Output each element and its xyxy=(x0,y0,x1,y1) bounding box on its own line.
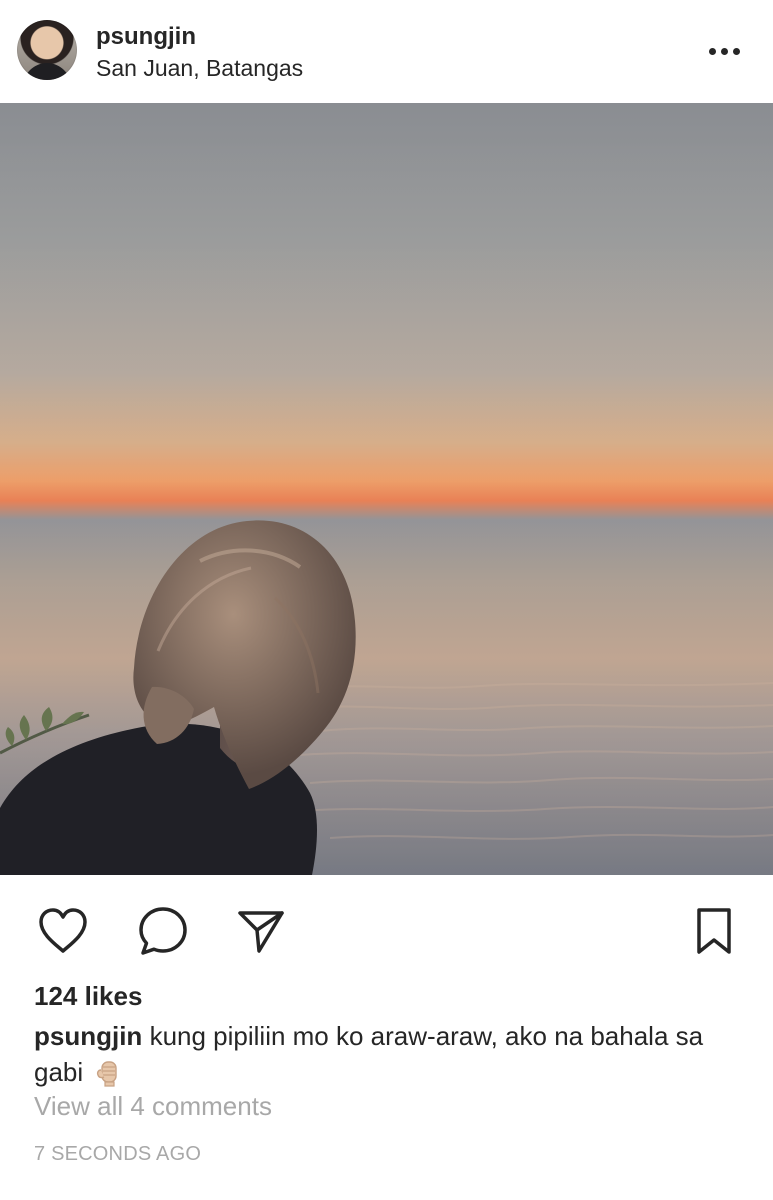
more-options-dot xyxy=(720,47,728,55)
avatar[interactable] xyxy=(17,20,77,80)
post-actions xyxy=(0,875,773,975)
caption-username[interactable]: psungjin xyxy=(34,1021,142,1051)
more-options-dot xyxy=(708,47,716,55)
fist-emoji-icon xyxy=(94,1057,124,1087)
likes-count[interactable]: 124 likes xyxy=(34,980,142,1012)
view-comments-link[interactable]: View all 4 comments xyxy=(34,1090,272,1122)
post-location[interactable]: San Juan, Batangas xyxy=(96,54,303,82)
sunset-portrait-image xyxy=(0,103,773,875)
more-options-dot xyxy=(732,47,740,55)
post-timestamp: 7 SECONDS AGO xyxy=(34,1143,202,1165)
post-photo[interactable] xyxy=(0,103,773,875)
post-caption: psungjin kung pipiliin mo ko araw-araw, … xyxy=(34,1018,724,1090)
post-username[interactable]: psungjin xyxy=(96,22,196,52)
more-options-icon[interactable] xyxy=(700,38,748,64)
post-header: psungjin San Juan, Batangas xyxy=(0,0,773,103)
comment-icon[interactable] xyxy=(135,903,191,959)
send-icon[interactable] xyxy=(233,903,289,959)
bookmark-icon[interactable] xyxy=(686,903,742,959)
avatar-shoulders xyxy=(23,63,71,80)
heart-icon[interactable] xyxy=(35,903,91,959)
